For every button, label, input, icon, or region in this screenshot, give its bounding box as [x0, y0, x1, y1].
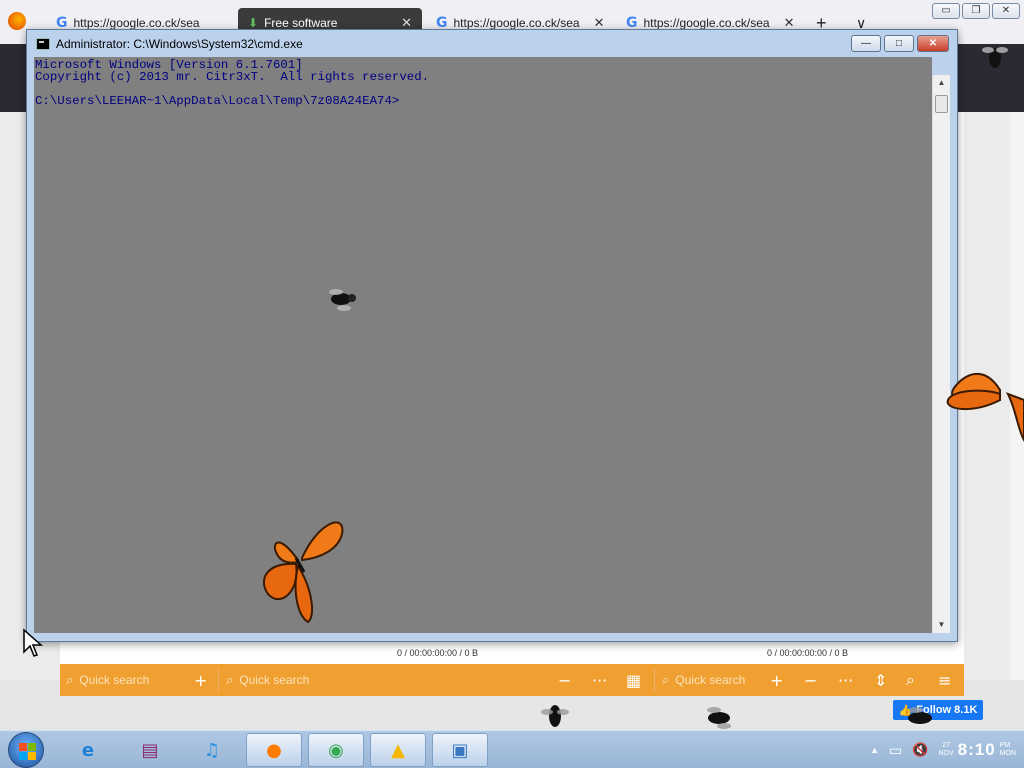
- taskbar-app-internet-explorer[interactable]: e: [60, 733, 116, 767]
- cmd-console[interactable]: Microsoft Windows [Version 6.1.7601] Copy…: [34, 57, 932, 633]
- minus-icon: −: [558, 670, 572, 690]
- quick-search-placeholder: Quick search: [79, 673, 150, 687]
- clock-meridiem: PM MON: [1000, 742, 1016, 758]
- minus-button[interactable]: −: [558, 664, 571, 696]
- system-tray: ▲ ▭ 🔇 27 NOV 8:10 PM MON: [870, 731, 1016, 768]
- clock-time: 8:10: [957, 740, 996, 759]
- quick-search-placeholder: Quick search: [675, 673, 746, 687]
- browser-window-controls: ▭ ❐ ✕: [932, 3, 1020, 19]
- remote-desktop-icon: ▣: [451, 739, 469, 761]
- add-button[interactable]: +: [770, 664, 783, 696]
- taskbar-app-winrar[interactable]: ▤: [122, 733, 178, 767]
- taskbar-app-chrome[interactable]: ◉: [308, 733, 364, 767]
- console-prompt: C:\Users\LEEHAR~1\AppData\Local\Temp\7z0…: [35, 94, 400, 108]
- close-button[interactable]: ✕: [992, 3, 1020, 19]
- menu-button[interactable]: ≡: [938, 664, 951, 696]
- clock-date-month: NOV: [938, 750, 954, 757]
- more-icon: ···: [838, 670, 854, 690]
- browser-tab-label: Free software: [264, 16, 338, 30]
- firefox-icon: ●: [266, 739, 282, 761]
- cmd-close-button[interactable]: ✕: [917, 35, 949, 52]
- search-icon: ⌕: [662, 672, 670, 688]
- volume-muted-icon[interactable]: 🔇: [912, 742, 928, 758]
- windows-logo-icon: [28, 743, 36, 751]
- taskbar: e ▤ ♫ ● ◉ ▲ ▣ ▲ ▭ 🔇 27 NOV 8:10 PM MON: [0, 730, 1024, 768]
- taskbar-app-itunes[interactable]: ♫: [184, 733, 240, 767]
- facebook-follow-label: Follow 8.1K: [916, 704, 978, 716]
- page-scrollbar[interactable]: [1010, 112, 1024, 728]
- cmd-maximize-button[interactable]: □: [884, 35, 914, 52]
- status-left: 0 / 00:00:00:00 / 0 B: [397, 648, 479, 658]
- grid-icon: ▦: [626, 670, 642, 690]
- more-button[interactable]: ···: [592, 664, 607, 696]
- quick-search-3[interactable]: ⌕ Quick search: [662, 664, 745, 696]
- search-icon: ⌕: [226, 672, 234, 688]
- divider: [218, 668, 219, 692]
- scroll-down-arrow-icon[interactable]: ▼: [933, 617, 950, 633]
- search-icon: ⌕: [66, 672, 74, 688]
- divider: [654, 668, 655, 692]
- grid-button[interactable]: ▦: [626, 664, 641, 696]
- clock-weekday: MON: [999, 750, 1016, 757]
- taskbar-app-remote-desktop[interactable]: ▣: [432, 733, 488, 767]
- browser-tab-label: https://google.co.ck/sea: [73, 16, 200, 30]
- scroll-thumb[interactable]: [935, 95, 948, 113]
- more-icon: ···: [592, 670, 608, 690]
- clock[interactable]: 27 NOV 8:10 PM MON: [938, 740, 1016, 760]
- add-icon: +: [770, 670, 784, 690]
- search-icon: ⌕: [906, 670, 915, 689]
- cmd-app-icon: [36, 37, 50, 50]
- sort-button[interactable]: ⇕: [874, 664, 887, 696]
- itunes-icon: ♫: [203, 739, 221, 761]
- taskbar-app-firefox[interactable]: ●: [246, 733, 302, 767]
- internet-explorer-icon: e: [81, 739, 95, 761]
- sort-icon: ⇕: [874, 670, 888, 690]
- quick-search-1[interactable]: ⌕ Quick search: [66, 664, 149, 696]
- quick-search-placeholder: Quick search: [239, 673, 310, 687]
- cmd-window[interactable]: Administrator: C:\Windows\System32\cmd.e…: [26, 29, 958, 642]
- cmd-titlebar[interactable]: Administrator: C:\Windows\System32\cmd.e…: [27, 30, 957, 57]
- quick-search-2[interactable]: ⌕ Quick search: [226, 664, 309, 696]
- minus-icon: −: [804, 670, 818, 690]
- windows-logo-icon: [19, 743, 27, 751]
- cmd-window-title: Administrator: C:\Windows\System32\cmd.e…: [56, 36, 303, 51]
- clock-date: 27 NOV: [938, 742, 953, 758]
- cmd-scrollbar[interactable]: ▲ ▼: [932, 75, 950, 633]
- more-button[interactable]: ···: [838, 664, 853, 696]
- taskbar-app-aimp[interactable]: ▲: [370, 733, 426, 767]
- console-line: Copyright (c) 2013 mr. Citr3xT. All righ…: [35, 70, 430, 84]
- status-strip: 0 / 00:00:00:00 / 0 B 0 / 00:00:00:00 / …: [60, 640, 964, 662]
- menu-icon: ≡: [938, 670, 952, 690]
- clock-date-day: 27: [942, 742, 950, 749]
- aimp-icon: ▲: [391, 739, 405, 761]
- browser-tab-label: https://google.co.ck/sea: [643, 16, 770, 30]
- windows-logo-icon: [28, 752, 36, 760]
- app-bottom-bar: ⌕ Quick search + ⌕ Quick search − ··· ▦ …: [60, 664, 964, 696]
- facebook-follow-button[interactable]: 👍 Follow 8.1K: [893, 700, 983, 720]
- search-button[interactable]: ⌕: [906, 664, 915, 696]
- add-icon: +: [194, 670, 208, 690]
- minimize-button[interactable]: ▭: [932, 3, 960, 19]
- cmd-minimize-button[interactable]: —: [851, 35, 881, 52]
- thumbs-up-icon: 👍: [898, 704, 913, 717]
- browser-tab-label: https://google.co.ck/sea: [453, 16, 580, 30]
- clock-ampm: PM: [999, 742, 1011, 749]
- minus-button[interactable]: −: [804, 664, 817, 696]
- windows-logo-icon: [19, 752, 27, 760]
- restore-button[interactable]: ❐: [962, 3, 990, 19]
- network-icon[interactable]: ▭: [889, 742, 902, 759]
- chrome-icon: ◉: [328, 739, 344, 761]
- show-hidden-icons-icon[interactable]: ▲: [870, 745, 879, 755]
- firefox-logo-icon: [8, 12, 26, 30]
- winrar-icon: ▤: [141, 739, 159, 761]
- add-button[interactable]: +: [194, 664, 207, 696]
- download-icon: ⬇: [248, 16, 259, 30]
- scroll-up-arrow-icon[interactable]: ▲: [933, 75, 950, 91]
- start-button[interactable]: [8, 732, 44, 768]
- status-right: 0 / 00:00:00:00 / 0 B: [767, 648, 849, 658]
